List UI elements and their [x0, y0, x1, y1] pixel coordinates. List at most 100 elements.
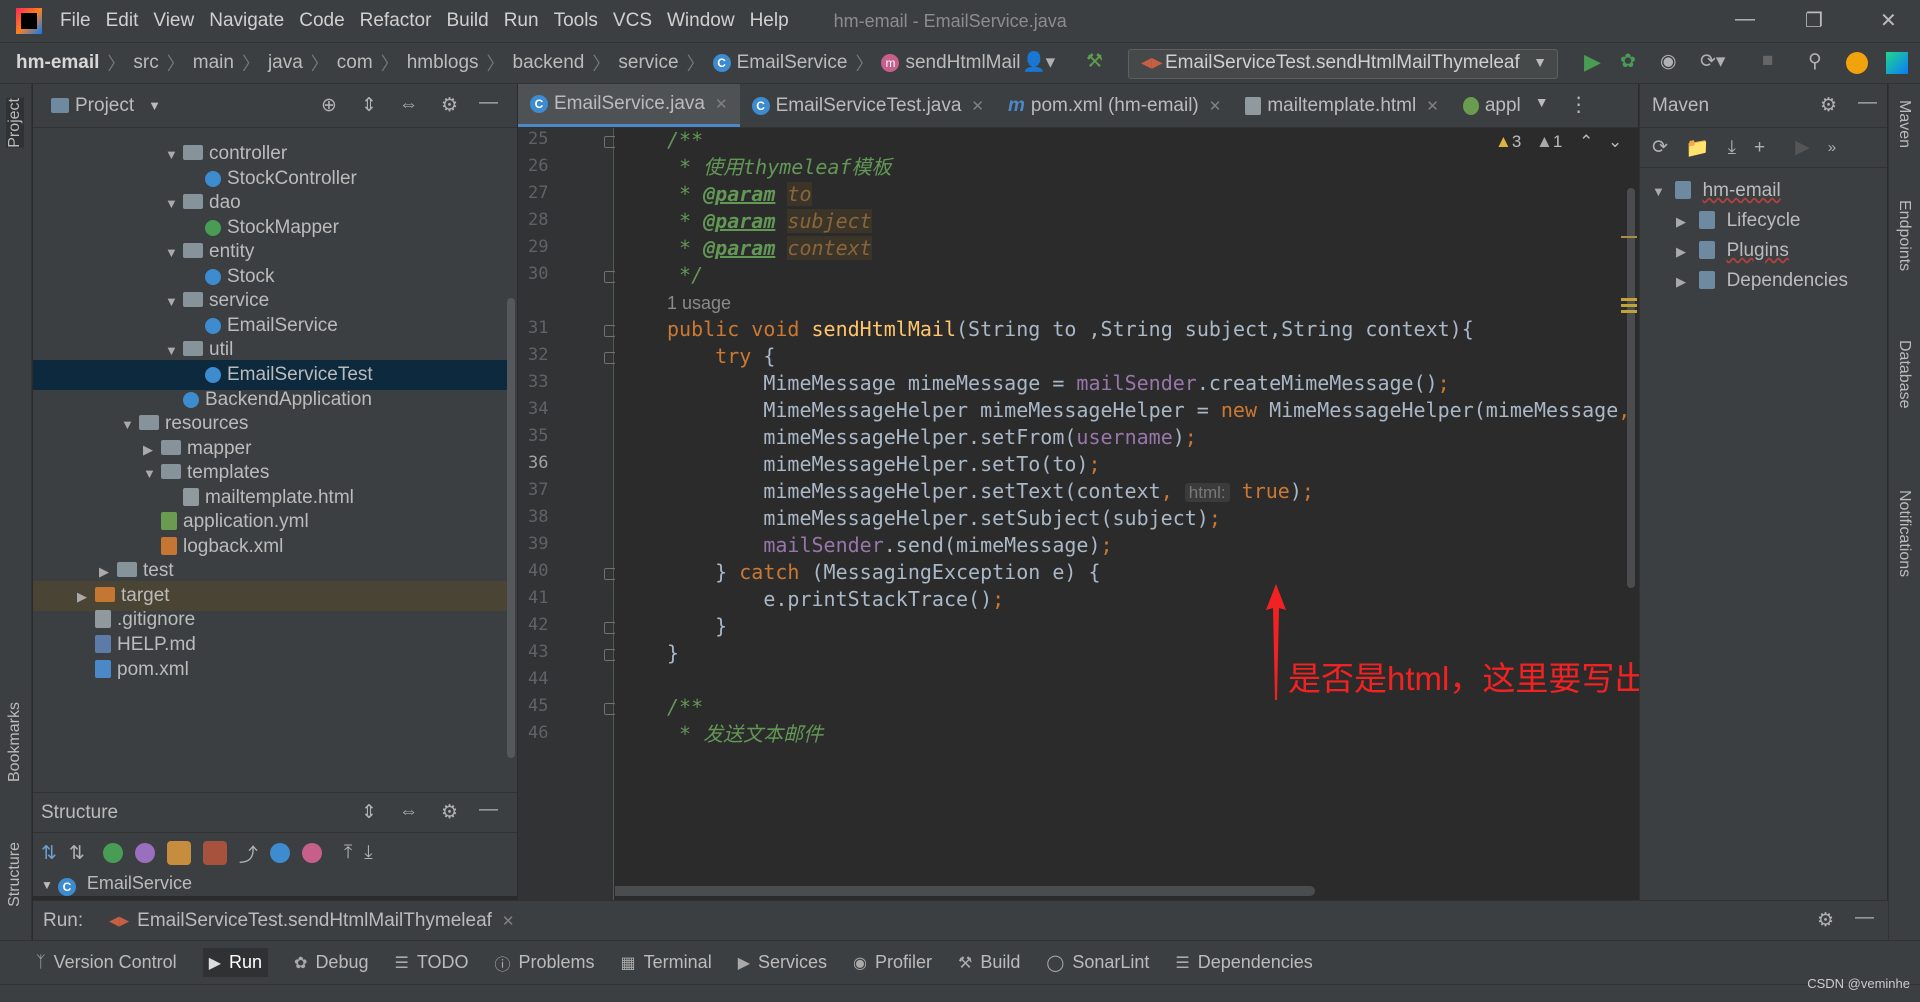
breadcrumb-hmblogs[interactable]: hmblogs: [407, 52, 479, 74]
tab-pom-xml[interactable]: m pom.xml (hm-email) ✕: [996, 84, 1233, 127]
editor-horizontal-scrollbar[interactable]: [615, 886, 1315, 896]
restore-icon[interactable]: ❐: [1805, 8, 1823, 33]
database-tool-button[interactable]: Database: [1895, 340, 1913, 409]
todo-tool[interactable]: ☰ TODO: [394, 952, 468, 973]
menu-build[interactable]: Build: [446, 10, 488, 32]
tab-mailtemplate[interactable]: mailtemplate.html ✕: [1233, 84, 1450, 127]
breadcrumb-com[interactable]: com: [337, 52, 373, 74]
menu-edit[interactable]: Edit: [106, 10, 139, 32]
hide-icon[interactable]: —: [1855, 907, 1874, 929]
maven-plugins[interactable]: ▶ Plugins: [1676, 236, 1789, 266]
autoscroll-from-source-icon[interactable]: ⤓: [364, 842, 372, 864]
add-icon[interactable]: +: [1754, 137, 1765, 159]
structure-tool-button[interactable]: Structure: [6, 842, 24, 907]
coverage-icon[interactable]: ◉: [1660, 50, 1677, 73]
run-icon[interactable]: ▶: [1584, 49, 1601, 75]
breadcrumb-java[interactable]: java: [268, 52, 303, 74]
services-tool[interactable]: ▶ Services: [738, 952, 827, 973]
close-tab-icon[interactable]: ✕: [502, 912, 515, 930]
tree-scrollbar[interactable]: [507, 298, 515, 758]
sonarlint-tool[interactable]: ◯ SonarLint: [1046, 952, 1149, 973]
reload-icon[interactable]: ⟳: [1652, 136, 1668, 159]
breadcrumb-method[interactable]: sendHtmlMail: [905, 52, 1020, 74]
collapse-all-icon[interactable]: ⇔: [399, 94, 418, 116]
menu-navigate[interactable]: Navigate: [209, 10, 284, 32]
version-control-tool[interactable]: ᛉ Version Control: [36, 952, 177, 973]
menu-help[interactable]: Help: [750, 10, 789, 32]
chevron-down-icon[interactable]: ▼: [148, 98, 161, 113]
problems-tool[interactable]: ⓘ Problems: [495, 951, 595, 975]
menu-vcs[interactable]: VCS: [613, 10, 652, 32]
hide-icon[interactable]: —: [1858, 92, 1877, 114]
show-properties-icon[interactable]: [134, 843, 155, 863]
run-maven-icon[interactable]: ▶: [1795, 136, 1810, 159]
build-tool[interactable]: ⚒ Build: [958, 952, 1020, 973]
profiler-tool[interactable]: ◉ Profiler: [853, 952, 932, 973]
hide-icon[interactable]: —: [479, 92, 498, 114]
more-icon[interactable]: ⋮: [1569, 92, 1589, 127]
breadcrumb-class[interactable]: EmailService: [737, 52, 848, 74]
show-inherited-icon[interactable]: [102, 843, 123, 863]
tab-emailservice[interactable]: C EmailService.java ✕: [518, 84, 740, 127]
menu-tools[interactable]: Tools: [554, 10, 598, 32]
structure-root-class[interactable]: EmailService: [87, 873, 192, 893]
maven-project[interactable]: ▼ hm-email: [1652, 176, 1781, 206]
run-tab-label[interactable]: EmailServiceTest.sendHtmlMailThymeleaf: [137, 910, 492, 932]
sort-alpha-icon[interactable]: ⇅: [41, 842, 57, 865]
gear-icon[interactable]: ⚙: [1820, 94, 1837, 117]
close-tab-icon[interactable]: ✕: [971, 97, 984, 115]
close-tab-icon[interactable]: ✕: [715, 95, 728, 113]
autoscroll-to-source-icon[interactable]: ⤒: [344, 842, 352, 864]
hide-icon[interactable]: —: [479, 799, 498, 821]
run-tool[interactable]: ▶ Run: [202, 948, 269, 977]
notifications-tool-button[interactable]: Notifications: [1895, 490, 1913, 577]
project-tree-item[interactable]: pom.xml: [33, 655, 507, 685]
inspection-widget[interactable]: ▲3 ▲1 ⌃ ⌄: [1495, 132, 1622, 152]
chevron-down-icon[interactable]: ▼: [41, 878, 53, 892]
sort-type-icon[interactable]: ⇅: [69, 842, 85, 865]
breadcrumb-service[interactable]: service: [618, 52, 678, 74]
show-lambdas-icon[interactable]: [269, 843, 290, 863]
menu-run[interactable]: Run: [504, 10, 539, 32]
profiler-icon[interactable]: ⟳▾: [1700, 50, 1725, 73]
endpoints-tool-button[interactable]: Endpoints: [1895, 200, 1913, 271]
debug-icon[interactable]: ✿: [1620, 50, 1636, 73]
stop-icon[interactable]: ■: [1762, 50, 1773, 72]
tab-emailservicetest[interactable]: C EmailServiceTest.java ✕: [740, 84, 996, 127]
close-tab-icon[interactable]: ✕: [1209, 97, 1222, 115]
toolbox-icon[interactable]: [1886, 52, 1908, 74]
debug-tool[interactable]: ✿ Debug: [294, 952, 368, 973]
more-icon[interactable]: »: [1828, 139, 1836, 156]
run-configuration-dropdown[interactable]: ◀▶ EmailServiceTest.sendHtmlMailThymelea…: [1128, 49, 1558, 79]
warning-marker[interactable]: [1621, 236, 1637, 238]
tabs-dropdown-icon[interactable]: ▼: [1535, 94, 1549, 127]
generate-sources-icon[interactable]: 📁: [1686, 136, 1710, 160]
expand-all-icon[interactable]: ⇕: [361, 801, 377, 824]
breadcrumb-main[interactable]: main: [193, 52, 234, 74]
previous-highlight-icon[interactable]: ⌃: [1579, 132, 1593, 151]
breadcrumb-backend[interactable]: backend: [513, 52, 585, 74]
code-editor[interactable]: /** * 使用thymeleaf模板 * @param to * @param…: [615, 128, 1637, 900]
breadcrumb-src[interactable]: src: [133, 52, 158, 74]
show-fields-icon[interactable]: [166, 841, 191, 865]
lambda-icon[interactable]: [301, 843, 322, 863]
terminal-tool[interactable]: ▦ Terminal: [621, 952, 712, 973]
expand-all-icon[interactable]: ⇕: [361, 94, 377, 117]
minimize-icon[interactable]: —: [1735, 8, 1755, 31]
project-panel-title[interactable]: Project: [75, 95, 134, 117]
gear-icon[interactable]: ⚙: [1817, 909, 1834, 932]
breadcrumb-project[interactable]: hm-email: [16, 52, 99, 74]
user-icon[interactable]: 👤▾: [1022, 50, 1055, 74]
menu-refactor[interactable]: Refactor: [360, 10, 432, 32]
maven-dependencies[interactable]: ▶ Dependencies: [1676, 266, 1848, 296]
bookmarks-tool-button[interactable]: Bookmarks: [6, 702, 24, 782]
build-hammer-icon[interactable]: ⚒: [1086, 50, 1103, 73]
close-tab-icon[interactable]: ✕: [1426, 97, 1439, 115]
locate-icon[interactable]: ⊕: [321, 94, 337, 117]
editor-vertical-scrollbar[interactable]: [1627, 188, 1635, 588]
gear-icon[interactable]: ⚙: [441, 801, 458, 824]
show-anonymous-icon[interactable]: ⤴: [239, 840, 258, 867]
maven-lifecycle[interactable]: ▶ Lifecycle: [1676, 206, 1800, 236]
show-non-public-icon[interactable]: [202, 841, 227, 865]
project-tool-button[interactable]: Project: [6, 98, 24, 148]
